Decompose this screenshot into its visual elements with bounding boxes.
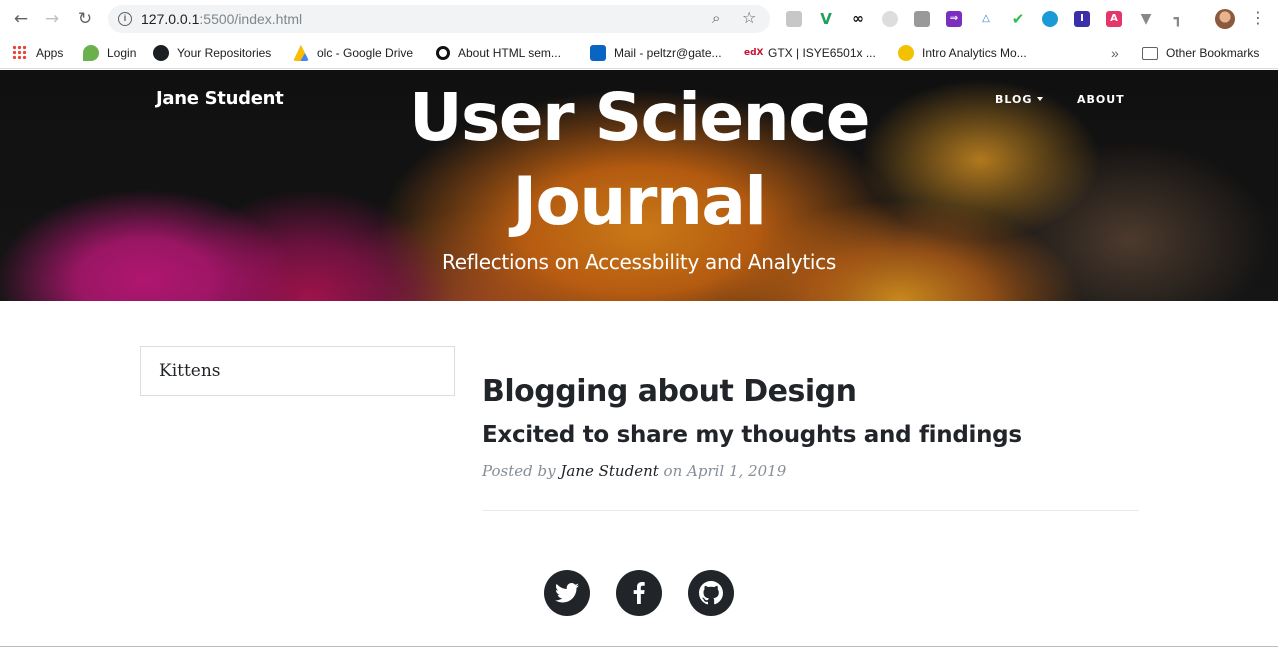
extension-clock-icon[interactable] xyxy=(1042,11,1058,27)
bookmark-login[interactable]: Login xyxy=(83,43,136,63)
twitter-icon xyxy=(555,583,579,603)
extension-circle-icon[interactable] xyxy=(882,11,898,27)
post-date: April 1, 2019 xyxy=(687,462,787,480)
link-icon[interactable]: ∞ xyxy=(850,11,866,27)
bookmark-label: Login xyxy=(107,46,137,60)
extension-a-icon[interactable]: A xyxy=(1106,11,1122,27)
extension-arrow-icon[interactable]: ⇒ xyxy=(946,11,962,27)
bookmark-label: Intro Analytics Mo... xyxy=(922,46,1027,60)
bookmark-apps[interactable]: Apps xyxy=(12,43,63,63)
bookmark-label: Your Repositories xyxy=(177,46,272,60)
bookmark-label: olc - Google Drive xyxy=(317,46,414,60)
post-divider xyxy=(482,510,1139,511)
site-subtitle: Reflections on Accessbility and Analytic… xyxy=(442,250,836,274)
bookmark-intro-analytics[interactable]: Intro Analytics Mo... xyxy=(898,43,1027,63)
reload-button[interactable]: ↻ xyxy=(75,9,95,29)
bookmark-star-icon[interactable]: ☆ xyxy=(742,8,756,27)
zoom-icon[interactable]: ⌕ xyxy=(712,9,720,27)
footer-edge xyxy=(0,646,1278,647)
checkmark-icon[interactable]: ✔ xyxy=(1010,11,1026,27)
edx-icon: edX xyxy=(744,45,764,61)
twitter-button[interactable] xyxy=(544,570,590,616)
url-text[interactable]: 127.0.0.1:5500/index.html xyxy=(141,11,302,27)
analytics-site-icon xyxy=(898,45,914,61)
ring-site-icon xyxy=(436,46,450,60)
extension-v-icon[interactable]: V xyxy=(818,11,834,27)
bookmark-label: About HTML sem... xyxy=(458,46,561,60)
bookmarks-bar: Apps Login Your Repositories olc - Googl… xyxy=(0,38,1278,69)
extension-i-icon[interactable]: I xyxy=(1074,11,1090,27)
extension-vee-icon[interactable]: ▼ xyxy=(1138,11,1154,27)
facebook-button[interactable] xyxy=(616,570,662,616)
address-bar[interactable]: i 127.0.0.1:5500/index.html ⌕ ☆ xyxy=(108,5,770,33)
post-meta-on: on xyxy=(663,462,683,480)
post-title[interactable]: Blogging about Design xyxy=(482,374,857,409)
folder-icon xyxy=(1142,46,1158,60)
sidebar-list-item[interactable]: Kittens xyxy=(140,346,455,396)
google-drive-icon xyxy=(293,45,309,61)
bookmark-label: GTX | ISYE6501x ... xyxy=(768,46,876,60)
site-title-line2: Journal xyxy=(512,163,767,240)
site-title-line1: User Science xyxy=(408,79,871,156)
info-icon[interactable]: i xyxy=(118,12,132,26)
extension-grid-icon[interactable] xyxy=(914,11,930,27)
sidebar-link-kittens[interactable]: Kittens xyxy=(159,361,221,381)
bookmark-label: Other Bookmarks xyxy=(1166,46,1260,60)
forward-button[interactable]: → xyxy=(42,9,62,29)
bookmark-edx[interactable]: edX GTX | ISYE6501x ... xyxy=(744,43,876,63)
bookmarks-overflow-button[interactable]: » xyxy=(1111,43,1119,63)
extension-triangle-icon[interactable]: △ xyxy=(978,11,994,27)
back-button[interactable]: ← xyxy=(11,9,31,29)
post-subtitle[interactable]: Excited to share my thoughts and finding… xyxy=(482,422,1022,448)
url-host: 127.0.0.1 xyxy=(141,11,200,27)
other-bookmarks[interactable]: Other Bookmarks xyxy=(1142,43,1259,63)
extension-tool-icon[interactable]: ┓ xyxy=(1170,11,1186,27)
bookmark-label: Apps xyxy=(36,46,64,60)
site-title: User Science Journal xyxy=(0,76,1278,244)
extension-chat-icon[interactable] xyxy=(786,11,802,27)
apps-grid-icon xyxy=(12,45,28,61)
facebook-icon xyxy=(633,582,645,604)
github-button[interactable] xyxy=(688,570,734,616)
url-path: :5500/index.html xyxy=(199,11,303,27)
post-author[interactable]: Jane Student xyxy=(560,462,658,480)
bookmark-label: Mail - peltzr@gate... xyxy=(614,46,722,60)
profile-avatar[interactable] xyxy=(1215,9,1235,29)
browser-toolbar: ← → ↻ i 127.0.0.1:5500/index.html ⌕ ☆ V … xyxy=(0,0,1278,38)
outlook-icon xyxy=(590,45,606,61)
login-site-icon xyxy=(83,45,99,61)
post-meta: Posted by Jane Student on April 1, 2019 xyxy=(482,462,786,480)
bookmark-mail[interactable]: Mail - peltzr@gate... xyxy=(590,43,722,63)
github-icon xyxy=(699,581,723,605)
bookmark-repositories[interactable]: Your Repositories xyxy=(153,43,271,63)
post-meta-prefix: Posted by xyxy=(482,462,556,480)
menu-kebab-icon[interactable]: ⋮ xyxy=(1250,8,1266,28)
github-icon xyxy=(153,45,169,61)
bookmark-html-semantics[interactable]: About HTML sem... xyxy=(436,43,561,63)
hero-header: Jane Student BLOG ABOUT User Science Jour… xyxy=(0,70,1278,301)
bookmark-google-drive[interactable]: olc - Google Drive xyxy=(293,43,413,63)
